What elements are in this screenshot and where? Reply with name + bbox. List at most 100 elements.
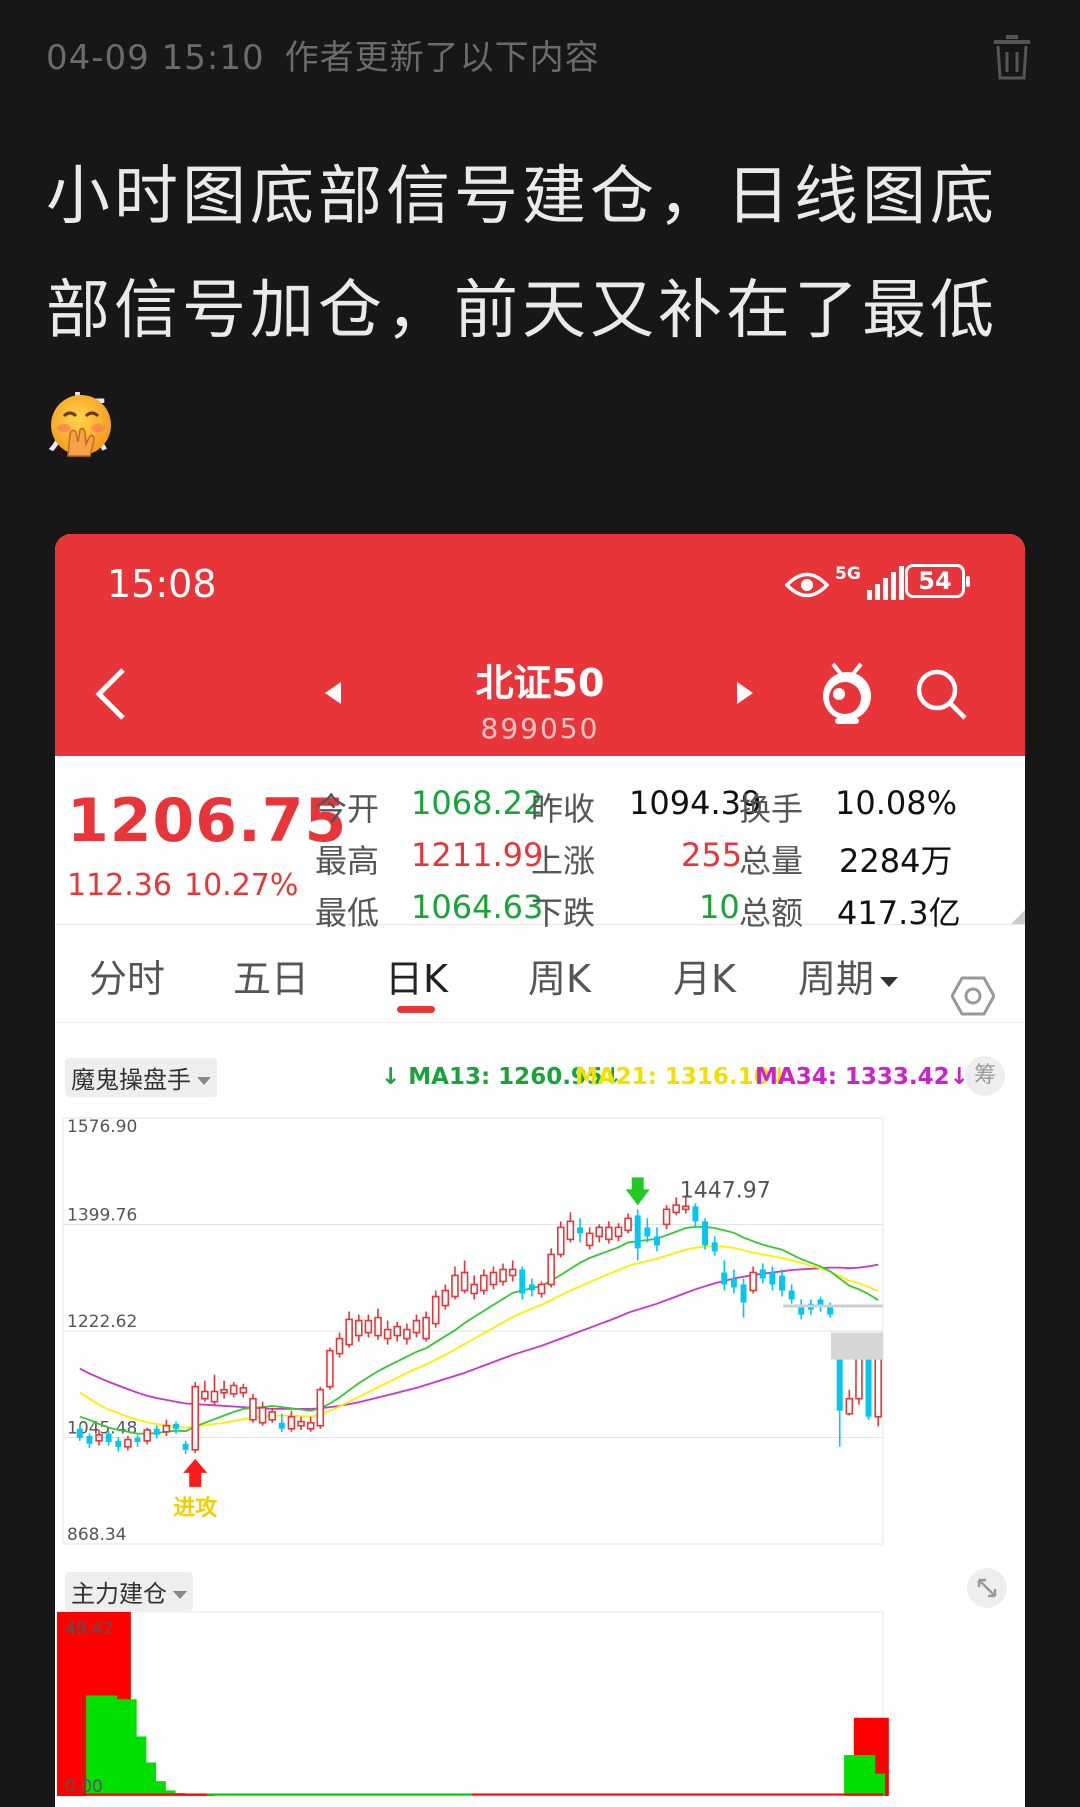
- candle-body: [354, 1319, 363, 1337]
- volume-value: 2284万: [839, 842, 953, 880]
- candle-body: [403, 1328, 411, 1340]
- candle-body: [210, 1390, 219, 1403]
- candle-body: [759, 1269, 766, 1279]
- stock-app-screenshot: 15:08 5G 54 北证50 899050 1206.75 112.36 1…: [55, 534, 1025, 1807]
- ma34-legend: MA34: 1333.42↓: [755, 1064, 969, 1090]
- candle-body: [566, 1220, 575, 1241]
- candle-body: [383, 1328, 392, 1340]
- quote-row-1: 今开 1068.22 昨收 1094.39 换手 10.08%: [315, 784, 1015, 834]
- quote-panel: 1206.75 112.36 10.27% 今开 1068.22 昨收 1094.…: [55, 756, 1025, 932]
- battery-indicator: 54: [905, 564, 970, 598]
- candle-body: [692, 1206, 699, 1222]
- attack-signal-label: 进攻: [173, 1495, 218, 1521]
- period-tabs: 分时 五日 日K 周K 月K 周期: [55, 926, 1025, 1023]
- candle-body: [682, 1205, 690, 1211]
- status-time: 15:08: [107, 562, 217, 606]
- up-count-value: 255: [681, 836, 743, 874]
- change-value: 112.36: [67, 868, 172, 903]
- candle-body: [441, 1289, 450, 1307]
- candle-body: [547, 1253, 555, 1286]
- candle-body: [335, 1337, 344, 1355]
- tab-monthly-k[interactable]: 月K: [673, 948, 736, 1003]
- settings-hexagon-icon[interactable]: [951, 974, 995, 1018]
- candle-body: [258, 1406, 267, 1424]
- ma21-label: MA21: 1316.10: [575, 1064, 770, 1090]
- candle-body: [489, 1271, 498, 1286]
- open-label: 今开: [315, 790, 380, 828]
- candle-body: [105, 1433, 112, 1442]
- high-price-annotation: 1447.97: [680, 1178, 771, 1203]
- candle-body: [605, 1226, 613, 1241]
- main-indicator-label: 魔鬼操盘手: [71, 1066, 191, 1094]
- expand-icon[interactable]: [967, 1568, 1007, 1608]
- ma13-label: MA13: 1260.95: [408, 1064, 603, 1090]
- sub-plot-border: [56, 1611, 884, 1797]
- y-tick-label: 1399.76: [67, 1206, 137, 1226]
- sub-y-tick-min: 0.00: [65, 1777, 103, 1797]
- tab-five-day[interactable]: 五日: [233, 948, 309, 1003]
- tab-weekly-k[interactable]: 周K: [528, 948, 591, 1003]
- turnover-value: 10.08%: [835, 784, 958, 822]
- sub-indicator-selector[interactable]: 主力建仓: [65, 1572, 193, 1611]
- candle-body: [249, 1397, 257, 1421]
- tab-intraday[interactable]: 分时: [89, 948, 165, 1003]
- candle-body: [528, 1284, 535, 1291]
- tab-monthly-k-label: 月K: [673, 957, 736, 1001]
- candle-body: [173, 1423, 179, 1429]
- volume-label: 总量: [739, 842, 804, 880]
- candle-body: [153, 1428, 160, 1435]
- candle-body: [393, 1325, 402, 1337]
- ma13-line: [79, 1225, 879, 1435]
- tab-daily-k[interactable]: 日K: [385, 948, 448, 1003]
- open-value: 1068.22: [411, 784, 544, 822]
- candle-body: [508, 1268, 517, 1277]
- expand-corner[interactable]: [1011, 910, 1025, 924]
- candle-body: [134, 1437, 141, 1442]
- quote-row-2: 最高 1211.99 上涨 255 总量 2284万: [315, 836, 1015, 886]
- price-change: 112.36 10.27%: [67, 868, 310, 903]
- candle-body: [865, 1350, 872, 1417]
- candle-body: [422, 1316, 430, 1340]
- trash-icon[interactable]: [992, 34, 1032, 80]
- ma34-label: MA34: 1333.42: [755, 1064, 950, 1090]
- up-count-label: 上涨: [531, 842, 596, 880]
- tab-period-dropdown[interactable]: 周期: [798, 948, 899, 1003]
- candle-body: [556, 1226, 565, 1256]
- main-indicator-selector[interactable]: 魔鬼操盘手: [65, 1058, 217, 1097]
- candle-body: [740, 1284, 747, 1303]
- candle-body: [836, 1356, 843, 1411]
- main-force-bar-chart[interactable]: 49.42 0.00: [55, 1610, 1025, 1807]
- candle-body: [653, 1236, 660, 1246]
- chip-distribution-button[interactable]: 筹: [965, 1056, 1005, 1096]
- candle-body: [721, 1272, 728, 1285]
- candle-body: [124, 1438, 132, 1448]
- last-price: 1206.75: [67, 786, 348, 856]
- candle-body: [624, 1217, 632, 1232]
- candle-body: [779, 1275, 785, 1291]
- candlestick-chart[interactable]: 1576.901399.761222.621045.48868.341447.9…: [55, 1104, 1025, 1554]
- candle-body: [239, 1387, 248, 1394]
- candle-body: [595, 1226, 604, 1238]
- next-stock-icon[interactable]: [735, 680, 755, 706]
- candle-body: [662, 1208, 671, 1226]
- change-percent: 10.27%: [183, 868, 299, 903]
- signal-icon: [867, 566, 904, 600]
- candle-body: [585, 1232, 594, 1247]
- assistant-mascot-icon[interactable]: [815, 660, 879, 726]
- candle-body: [431, 1295, 440, 1325]
- indicator-bar: [853, 1773, 885, 1796]
- ma21-line: [79, 1245, 879, 1429]
- candle-body: [537, 1283, 546, 1295]
- network-5g-label: 5G: [835, 564, 861, 584]
- search-icon[interactable]: [913, 666, 969, 722]
- candle-body: [749, 1271, 757, 1292]
- sub-y-tick-max: 49.42: [65, 1619, 114, 1639]
- candle-body: [519, 1269, 526, 1294]
- candle-body: [577, 1227, 583, 1234]
- candle-body: [115, 1440, 122, 1447]
- candle-body: [268, 1411, 276, 1421]
- candle-body: [730, 1278, 737, 1288]
- candle-body: [412, 1319, 421, 1334]
- candle-body: [364, 1319, 373, 1334]
- candle-body: [672, 1204, 680, 1214]
